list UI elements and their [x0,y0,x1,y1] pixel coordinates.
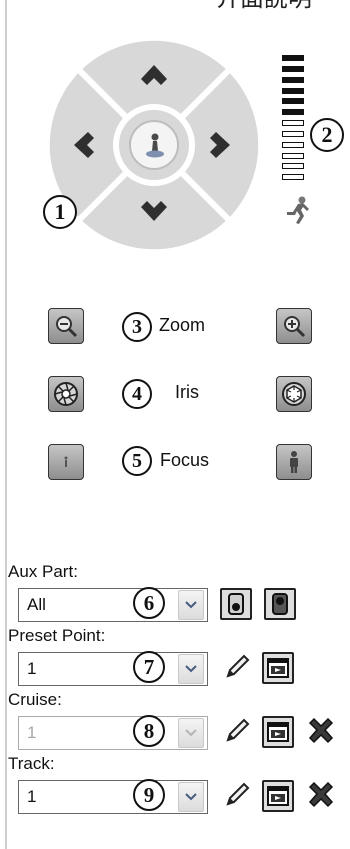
track-select[interactable]: 1 [18,780,208,814]
preset-point-select[interactable]: 1 [18,652,208,686]
zoom-label: Zoom [159,315,206,335]
chevron-down-icon [185,601,197,609]
preset-goto-icon [267,658,289,678]
focus-far-button[interactable] [276,444,312,480]
badge-4: 4 [122,379,152,409]
badge-6: 6 [133,587,165,619]
running-person-icon [287,196,309,224]
track-run-icon [267,786,289,806]
aux-on-button[interactable] [220,588,252,620]
track-run-button[interactable] [262,780,294,812]
iris-close-button[interactable] [276,376,312,412]
cruise-label: Cruise: [8,690,62,709]
badge-5: 5 [122,446,152,476]
focus-label: Focus [160,450,210,470]
pencil-icon [226,782,250,806]
zoom-in-button[interactable] [276,308,312,344]
speed-bar[interactable] [282,163,304,169]
aux-off-button[interactable] [264,588,296,620]
speed-bar[interactable] [282,88,304,94]
badge-1: 1 [43,195,77,229]
iris-open-button[interactable] [48,376,84,412]
speed-bar[interactable] [282,98,304,104]
speed-bar[interactable] [282,142,304,148]
badge-8: 8 [133,715,165,747]
panel-divider [5,0,7,849]
zoom-in-icon [284,316,306,338]
cruise-stop-button[interactable] [304,714,338,748]
aux-off-icon [272,593,288,615]
badge-9: 9 [133,779,165,811]
aux-on-icon [228,593,244,615]
speed-bar[interactable] [282,120,304,126]
track-label: Track: [8,754,55,773]
preset-goto-button[interactable] [262,652,294,684]
iris-close-icon [282,382,306,406]
focus-near-icon [64,456,68,467]
chevron-down-icon [185,665,197,673]
cruise-edit-button[interactable] [220,714,254,748]
speed-bar[interactable] [282,174,304,180]
stop-x-icon [308,781,334,808]
focus-far-icon [290,451,298,473]
zoom-out-icon [56,316,78,338]
page-title: 介面說明 [216,0,350,12]
badge-7: 7 [133,651,165,683]
aux-part-label: Aux Part: [8,562,78,581]
aux-part-select[interactable]: All [18,588,208,622]
chevron-down-icon [185,729,197,737]
track-stop-button[interactable] [304,778,338,812]
speed-bar[interactable] [282,131,304,137]
speed-bar[interactable] [282,109,304,115]
speed-bar[interactable] [282,153,304,159]
speed-bar[interactable] [282,55,304,61]
stop-x-icon [308,717,334,744]
badge-2: 2 [310,118,344,152]
preset-point-label: Preset Point: [8,626,106,645]
cruise-dropdown-button[interactable] [178,718,204,748]
track-edit-button[interactable] [220,778,254,812]
preset-edit-button[interactable] [220,650,254,684]
iris-open-icon [54,382,78,406]
speed-bar[interactable] [282,77,304,83]
preset-point-dropdown-button[interactable] [178,654,204,684]
badge-3: 3 [122,312,152,342]
speed-meter [282,55,304,185]
zoom-out-button[interactable] [48,308,84,344]
iris-label: Iris [175,382,199,402]
cruise-run-icon [267,722,289,742]
aux-part-dropdown-button[interactable] [178,590,204,620]
track-dropdown-button[interactable] [178,782,204,812]
pencil-icon [226,654,250,678]
cruise-select[interactable]: 1 [18,716,208,750]
cruise-run-button[interactable] [262,716,294,748]
ptz-direction-pad [46,37,262,253]
chevron-down-icon [185,793,197,801]
focus-near-button[interactable] [48,444,84,480]
speed-bar[interactable] [282,66,304,72]
pencil-icon [226,718,250,742]
